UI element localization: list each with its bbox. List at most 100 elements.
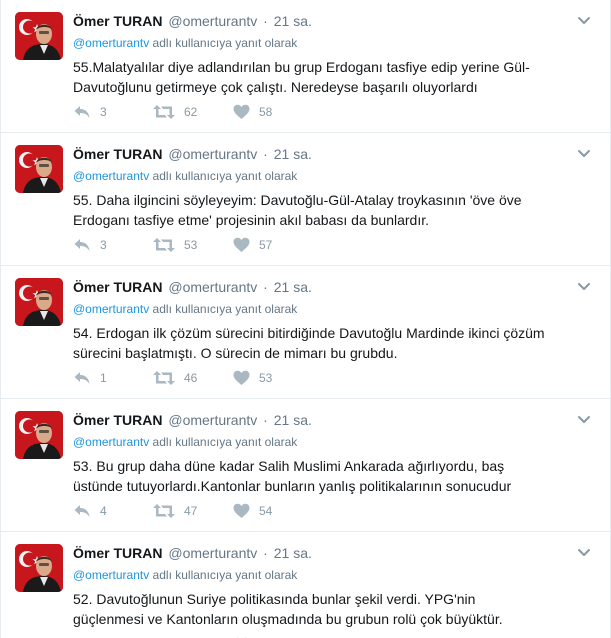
- reply-context: @omerturantv adlı kullanıcıya yanıt olar…: [73, 434, 590, 450]
- avatar[interactable]: [15, 411, 63, 459]
- retweet-icon: [153, 504, 175, 518]
- separator-dot: ·: [263, 412, 268, 428]
- chevron-down-icon[interactable]: [576, 411, 592, 427]
- tweet-text: 53. Bu grup daha düne kadar Salih Muslim…: [73, 458, 512, 494]
- retweet-count: 53: [184, 238, 198, 252]
- reply-context-label: adlı kullanıcıya yanıt olarak: [149, 302, 298, 316]
- tweet-timestamp[interactable]: 21 sa.: [274, 13, 312, 29]
- author-username[interactable]: @omerturantv: [168, 279, 257, 295]
- retweet-icon: [153, 238, 175, 252]
- author-fullname[interactable]: Ömer TURAN: [73, 412, 162, 428]
- retweet-icon: [153, 371, 175, 385]
- retweet-count: 46: [184, 371, 198, 385]
- tweet-actions: 1 46 53: [73, 370, 313, 386]
- tweet-timestamp[interactable]: 21 sa.: [274, 146, 312, 162]
- retweet-icon: [153, 105, 175, 119]
- tweet-header: Ömer TURAN @omerturantv · 21 sa.: [73, 411, 590, 429]
- reply-count: 4: [100, 504, 107, 518]
- tweet[interactable]: Ömer TURAN @omerturantv · 21 sa. @omertu…: [1, 133, 610, 266]
- like-button[interactable]: 57: [233, 237, 313, 253]
- reply-icon: [74, 505, 90, 517]
- heart-icon: [233, 104, 250, 119]
- like-count: 54: [259, 504, 273, 518]
- reply-context-label: adlı kullanıcıya yanıt olarak: [149, 36, 298, 50]
- like-count: 57: [259, 238, 273, 252]
- avatar[interactable]: [15, 278, 63, 326]
- chevron-down-icon[interactable]: [576, 544, 592, 560]
- author-fullname[interactable]: Ömer TURAN: [73, 13, 162, 29]
- like-count: 58: [259, 105, 273, 119]
- author-username[interactable]: @omerturantv: [168, 545, 257, 561]
- tweet-header: Ömer TURAN @omerturantv · 21 sa.: [73, 544, 590, 562]
- reply-mention-link[interactable]: @omerturantv: [73, 169, 149, 183]
- author-username[interactable]: @omerturantv: [168, 146, 257, 162]
- reply-mention-link[interactable]: @omerturantv: [73, 36, 149, 50]
- reply-context: @omerturantv adlı kullanıcıya yanıt olar…: [73, 567, 590, 583]
- tweet-text: 52. Davutoğlunun Suriye politikasında bu…: [73, 591, 503, 627]
- author-fullname[interactable]: Ömer TURAN: [73, 146, 162, 162]
- chevron-down-icon[interactable]: [576, 145, 592, 161]
- tweet[interactable]: Ömer TURAN @omerturantv · 21 sa. @omertu…: [1, 0, 610, 133]
- tweet-timestamp[interactable]: 21 sa.: [274, 279, 312, 295]
- tweet-text: 55.Malatyalılar diye adlandırılan bu gru…: [73, 59, 530, 95]
- retweet-count: 62: [184, 105, 198, 119]
- reply-mention-link[interactable]: @omerturantv: [73, 435, 149, 449]
- heart-icon: [233, 503, 250, 518]
- reply-button[interactable]: 3: [73, 237, 153, 253]
- like-button[interactable]: 54: [233, 503, 313, 519]
- retweet-button[interactable]: 62: [153, 104, 233, 120]
- author-fullname[interactable]: Ömer TURAN: [73, 279, 162, 295]
- avatar[interactable]: [15, 544, 63, 592]
- chevron-down-icon[interactable]: [576, 12, 592, 28]
- heart-icon: [233, 237, 250, 252]
- like-button[interactable]: 53: [233, 370, 313, 386]
- reply-context-label: adlı kullanıcıya yanıt olarak: [149, 169, 298, 183]
- retweet-button[interactable]: 46: [153, 370, 233, 386]
- separator-dot: ·: [263, 279, 268, 295]
- separator-dot: ·: [263, 13, 268, 29]
- author-username[interactable]: @omerturantv: [168, 412, 257, 428]
- reply-button[interactable]: 4: [73, 503, 153, 519]
- reply-icon: [74, 239, 90, 251]
- reply-context-label: adlı kullanıcıya yanıt olarak: [149, 568, 298, 582]
- tweet-timeline: Ömer TURAN @omerturantv · 21 sa. @omertu…: [0, 0, 611, 638]
- reply-count: 3: [100, 238, 107, 252]
- author-fullname[interactable]: Ömer TURAN: [73, 545, 162, 561]
- reply-icon: [74, 106, 90, 118]
- tweet-text: 55. Daha ilgincini söyleyeyim: Davutoğlu…: [73, 192, 522, 228]
- retweet-button[interactable]: 53: [153, 237, 233, 253]
- separator-dot: ·: [263, 146, 268, 162]
- tweet-actions: 4 47 54: [73, 503, 313, 519]
- tweet[interactable]: Ömer TURAN @omerturantv · 21 sa. @omertu…: [1, 266, 610, 399]
- reply-count: 1: [100, 371, 107, 385]
- reply-count: 3: [100, 105, 107, 119]
- tweet-header: Ömer TURAN @omerturantv · 21 sa.: [73, 145, 590, 163]
- author-username[interactable]: @omerturantv: [168, 13, 257, 29]
- avatar[interactable]: [15, 12, 63, 60]
- reply-mention-link[interactable]: @omerturantv: [73, 568, 149, 582]
- tweet-actions: 3 62 58: [73, 104, 313, 120]
- tweet-timestamp[interactable]: 21 sa.: [274, 545, 312, 561]
- retweet-button[interactable]: 47: [153, 503, 233, 519]
- tweet-actions: 3 53 57: [73, 237, 313, 253]
- like-button[interactable]: 58: [233, 104, 313, 120]
- like-count: 53: [259, 371, 273, 385]
- reply-mention-link[interactable]: @omerturantv: [73, 302, 149, 316]
- reply-button[interactable]: 1: [73, 370, 153, 386]
- avatar[interactable]: [15, 145, 63, 193]
- reply-icon: [74, 372, 90, 384]
- tweet[interactable]: Ömer TURAN @omerturantv · 21 sa. @omertu…: [1, 399, 610, 532]
- heart-icon: [233, 370, 250, 385]
- chevron-down-icon[interactable]: [576, 278, 592, 294]
- separator-dot: ·: [263, 545, 268, 561]
- reply-button[interactable]: 3: [73, 104, 153, 120]
- tweet-header: Ömer TURAN @omerturantv · 21 sa.: [73, 278, 590, 296]
- tweet-header: Ömer TURAN @omerturantv · 21 sa.: [73, 12, 590, 30]
- reply-context: @omerturantv adlı kullanıcıya yanıt olar…: [73, 168, 590, 184]
- tweet-timestamp[interactable]: 21 sa.: [274, 412, 312, 428]
- reply-context-label: adlı kullanıcıya yanıt olarak: [149, 435, 298, 449]
- tweet[interactable]: Ömer TURAN @omerturantv · 21 sa. @omertu…: [1, 532, 610, 638]
- retweet-count: 47: [184, 504, 198, 518]
- tweet-text: 54. Erdogan ilk çözüm sürecini bitirdiği…: [73, 325, 545, 361]
- reply-context: @omerturantv adlı kullanıcıya yanıt olar…: [73, 35, 590, 51]
